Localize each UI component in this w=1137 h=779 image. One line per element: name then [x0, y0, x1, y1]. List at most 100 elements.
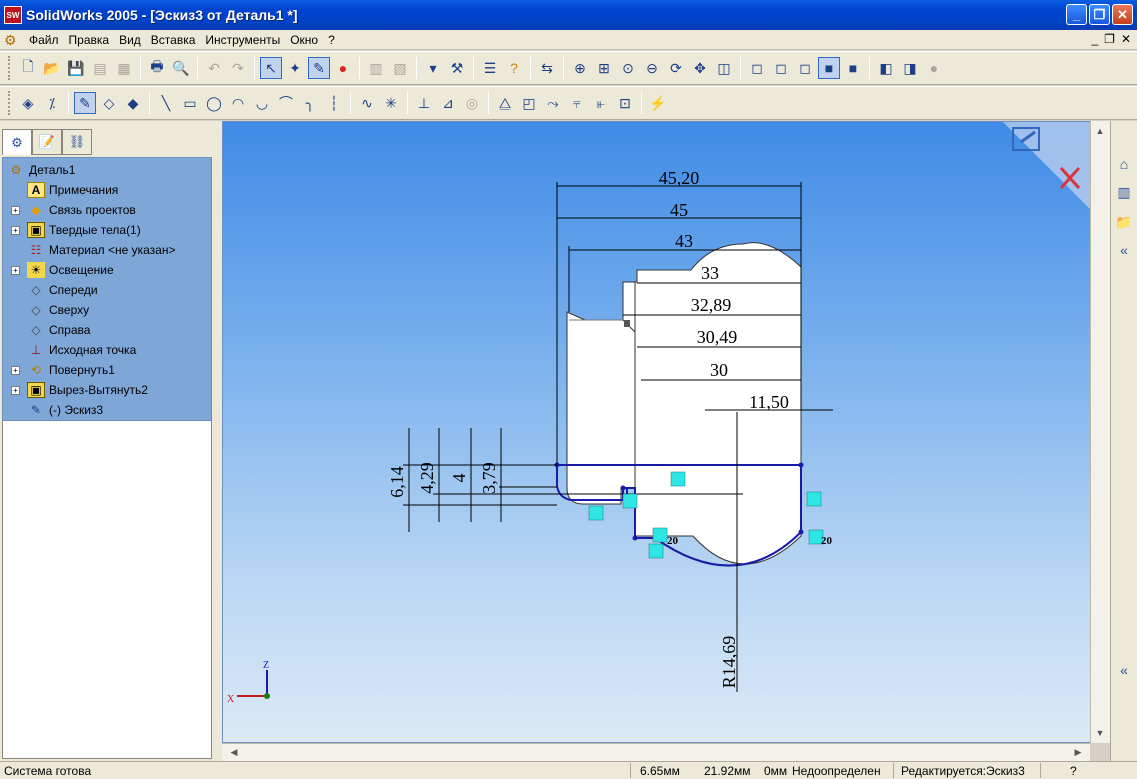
expand-toggle[interactable]: +: [11, 365, 20, 375]
circle-icon[interactable]: ◯: [203, 92, 225, 114]
shaded-with-edges-icon[interactable]: ■: [818, 57, 840, 79]
scroll-left-icon[interactable]: ◀: [226, 744, 242, 760]
feature-manager-icon[interactable]: ⚒: [446, 57, 468, 79]
menu-window[interactable]: Окно: [285, 33, 323, 47]
doc-restore-button[interactable]: ❐: [1104, 32, 1115, 46]
options-icon[interactable]: ▧: [389, 57, 411, 79]
dim-45[interactable]: 45: [670, 200, 688, 220]
expand-toggle[interactable]: +: [11, 205, 20, 215]
menu-file[interactable]: Файл: [24, 33, 64, 47]
extend-icon[interactable]: ⫦: [590, 92, 612, 114]
doc-close-button[interactable]: ✕: [1121, 32, 1131, 46]
convert-entities-icon[interactable]: ⤳: [542, 92, 564, 114]
three-point-arc-icon[interactable]: ⌒: [275, 92, 297, 114]
centerpoint-arc-icon[interactable]: ◠: [227, 92, 249, 114]
expand-toggle[interactable]: +: [11, 225, 20, 235]
vertical-dimension-labels[interactable]: 6,14 4,29 4 3,79: [387, 462, 499, 498]
wireframe-icon[interactable]: ◻: [746, 57, 768, 79]
print-preview-icon[interactable]: 🔍: [170, 57, 192, 79]
menu-tools[interactable]: Инструменты: [200, 33, 285, 47]
tree-item[interactable]: A Примечания: [3, 180, 211, 200]
dim-4[interactable]: 4: [449, 474, 469, 483]
sketch-mode-icon[interactable]: ✎: [308, 57, 330, 79]
sketch-dropdown-icon[interactable]: ◈: [17, 92, 39, 114]
point-icon[interactable]: ✳: [380, 92, 402, 114]
expand-toggle[interactable]: +: [11, 265, 20, 275]
realview-icon[interactable]: ●: [923, 57, 945, 79]
library-icon[interactable]: ▥: [1113, 181, 1135, 203]
view-orientation-icon[interactable]: ⇆: [536, 57, 558, 79]
doc-minimize-button[interactable]: _: [1091, 32, 1098, 46]
scroll-down-icon[interactable]: ▼: [1092, 725, 1108, 741]
scroll-right-icon[interactable]: ▶: [1070, 744, 1086, 760]
repair-sketch-icon[interactable]: ⚡: [647, 92, 669, 114]
sketch-entities-dropdown-icon[interactable]: ◎: [461, 92, 483, 114]
3d-sketch-icon[interactable]: ◇: [98, 92, 120, 114]
dim-4-29[interactable]: 4,29: [417, 462, 437, 494]
rotate-view-icon[interactable]: ⟳: [665, 57, 687, 79]
line-icon[interactable]: ╲: [155, 92, 177, 114]
dim-3-79[interactable]: 3,79: [479, 462, 499, 494]
tree-item[interactable]: + ▣ Твердые тела(1): [3, 220, 211, 240]
smart-dimension-dropdown-icon[interactable]: ⁒: [41, 92, 63, 114]
select-other-icon[interactable]: ✦: [284, 57, 306, 79]
dim-43[interactable]: 43: [675, 231, 693, 251]
new-document-icon[interactable]: 🗋: [17, 57, 39, 79]
centerline-icon[interactable]: ┆: [323, 92, 345, 114]
tree-root[interactable]: ⚙ Деталь1: [7, 160, 76, 180]
spline-icon[interactable]: ∿: [356, 92, 378, 114]
dim-6-14[interactable]: 6,14: [387, 466, 407, 498]
graphics-viewport[interactable]: 45,20 45 43 33 32,89 30,49 30 11,50 6,14…: [222, 121, 1110, 743]
help-icon[interactable]: ?: [503, 57, 525, 79]
help-icon[interactable]: ?: [1070, 764, 1077, 778]
list-icon[interactable]: ☰: [479, 57, 501, 79]
add-relation-icon[interactable]: ⊥: [413, 92, 435, 114]
tree-item[interactable]: + ⟲ Повернуть1: [3, 360, 211, 380]
make-assembly-icon[interactable]: ▦: [113, 57, 135, 79]
dim-30[interactable]: 30: [710, 360, 728, 380]
linear-pattern-icon[interactable]: ⊡: [614, 92, 636, 114]
expand-icon[interactable]: «: [1113, 659, 1135, 681]
section-view-icon[interactable]: ◨: [899, 57, 921, 79]
trim-icon[interactable]: ⫧: [566, 92, 588, 114]
save-icon[interactable]: 💾: [65, 57, 87, 79]
open-folder-icon[interactable]: 📂: [41, 57, 63, 79]
tree-item[interactable]: + ☀ Освещение: [3, 260, 211, 280]
undo-icon[interactable]: ↶: [203, 57, 225, 79]
zoom-to-fit-icon[interactable]: ⊕: [569, 57, 591, 79]
make-drawing-icon[interactable]: ▤: [89, 57, 111, 79]
tree-item[interactable]: ☷ Материал <не указан>: [3, 240, 211, 260]
smart-dimension-icon[interactable]: ◆: [122, 92, 144, 114]
solidworks-app-icon[interactable]: SW: [4, 6, 22, 24]
dim-30-49[interactable]: 30,49: [697, 327, 738, 347]
pan-icon[interactable]: ✥: [689, 57, 711, 79]
dim-32-89[interactable]: 32,89: [691, 295, 732, 315]
select-pointer-icon[interactable]: ↖: [260, 57, 282, 79]
scroll-up-icon[interactable]: ▲: [1092, 123, 1108, 139]
file-explorer-icon[interactable]: 📁: [1113, 211, 1135, 233]
menu-help[interactable]: ?: [323, 33, 340, 47]
tree-item[interactable]: ✎ (-) Эскиз3: [3, 400, 211, 420]
sketch-icon[interactable]: ✎: [74, 92, 96, 114]
tangent-arc-icon[interactable]: ◡: [251, 92, 273, 114]
toolbar-grip[interactable]: [8, 91, 12, 115]
sketch-canvas[interactable]: 45,20 45 43 33 32,89 30,49 30 11,50 6,14…: [223, 122, 1110, 743]
zoom-in-out-icon[interactable]: ⊙: [617, 57, 639, 79]
menu-edit[interactable]: Правка: [64, 33, 115, 47]
shadows-icon[interactable]: ◧: [875, 57, 897, 79]
menu-view[interactable]: Вид: [114, 33, 146, 47]
rectangle-icon[interactable]: ▭: [179, 92, 201, 114]
home-icon[interactable]: ⌂: [1113, 153, 1135, 175]
rebuild-icon[interactable]: ●: [332, 57, 354, 79]
tree-item[interactable]: ◇ Справа: [3, 320, 211, 340]
close-button[interactable]: ✕: [1112, 4, 1133, 25]
hidden-lines-removed-icon[interactable]: ◻: [794, 57, 816, 79]
mirror-icon[interactable]: ⧋: [494, 92, 516, 114]
maximize-button[interactable]: ❐: [1089, 4, 1110, 25]
hidden-lines-visible-icon[interactable]: ◻: [770, 57, 792, 79]
offset-entities-icon[interactable]: ◰: [518, 92, 540, 114]
dim-r14-69[interactable]: R14,69: [719, 636, 739, 689]
collapse-icon[interactable]: «: [1113, 239, 1135, 261]
display-relations-icon[interactable]: ⊿: [437, 92, 459, 114]
sketch-fillet-icon[interactable]: ╮: [299, 92, 321, 114]
